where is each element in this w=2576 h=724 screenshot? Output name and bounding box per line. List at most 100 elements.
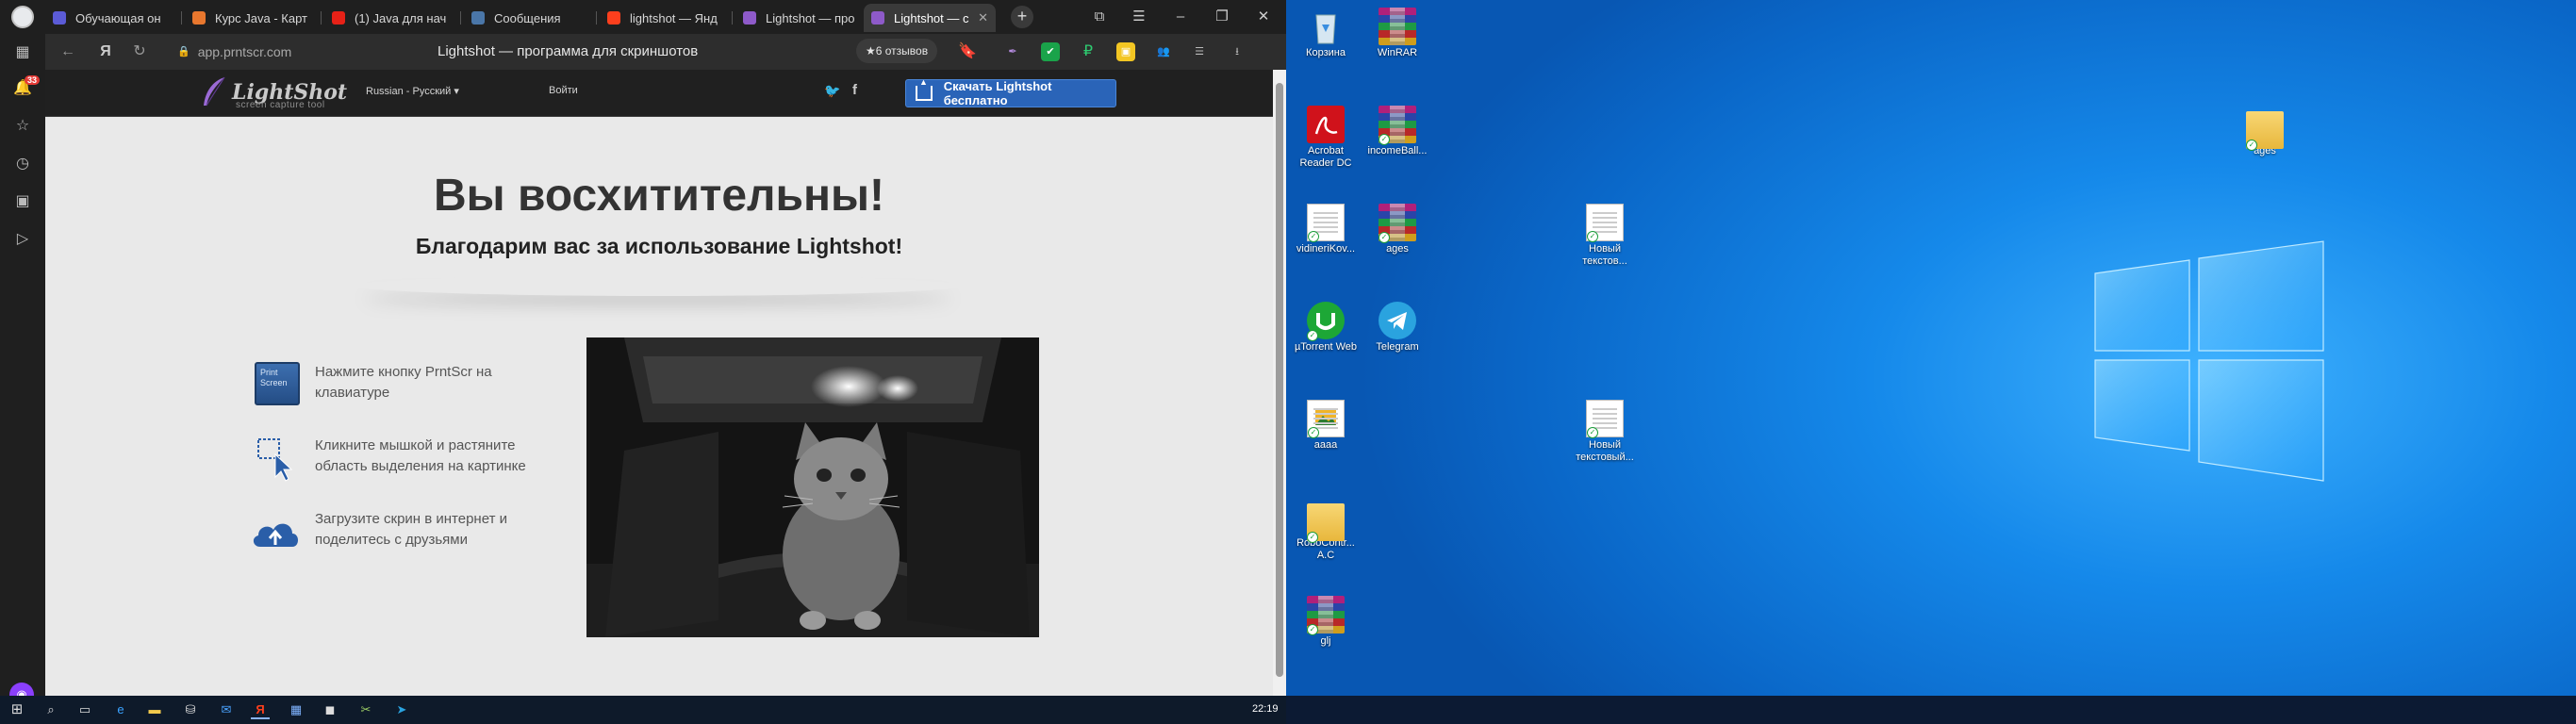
- search-icon[interactable]: ⌕: [41, 700, 60, 719]
- tab-label: Курс Java - Карт: [215, 10, 307, 25]
- tab-label: lightshot — Янд: [630, 10, 718, 25]
- telegram-taskbar-icon[interactable]: ➤: [392, 700, 411, 719]
- text-document-icon: ✓: [1586, 400, 1624, 438]
- desktop-icon-recycle-bin[interactable]: Корзина: [1290, 8, 1362, 59]
- start-windows-icon[interactable]: ⊞: [8, 700, 26, 719]
- tab-collections-icon[interactable]: ⧉: [1088, 6, 1111, 28]
- tab-separator: [181, 11, 182, 25]
- reviews-badge[interactable]: ★6 отзывов: [856, 39, 938, 63]
- tab-favicon-icon: [871, 11, 884, 25]
- tab[interactable]: Обучающая он: [45, 4, 177, 32]
- taskbar-clock[interactable]: 22:19: [1252, 703, 1279, 715]
- facebook-icon[interactable]: f: [852, 82, 857, 98]
- sync-check-icon: ✓: [1308, 427, 1319, 438]
- tab[interactable]: Lightshot — про: [735, 4, 867, 32]
- tab[interactable]: (1) Java для нач: [324, 4, 456, 32]
- text-document-icon: ✓: [1586, 204, 1624, 242]
- lightshot-extension-icon[interactable]: ✒: [1003, 42, 1022, 61]
- notification-count-badge: 33: [25, 75, 41, 85]
- store-icon[interactable]: ⛁: [181, 700, 200, 719]
- desktop-icon-label: WinRAR: [1377, 47, 1418, 58]
- text-document-icon: ✓: [1307, 204, 1345, 242]
- tab-active[interactable]: Lightshot — с ✕: [864, 4, 996, 32]
- tab-separator: [732, 11, 733, 25]
- image-file-icon: ✓: [1307, 400, 1345, 438]
- tab[interactable]: Сообщения: [464, 4, 596, 32]
- tab-favicon-icon: [607, 11, 620, 25]
- desktop-icon-folder[interactable]: ✓ ages: [2229, 106, 2301, 157]
- profile-avatar[interactable]: [11, 6, 34, 28]
- desktop-icon-archive[interactable]: ✓ ages: [1362, 204, 1433, 255]
- collections-icon[interactable]: ▣: [11, 190, 34, 213]
- url-field[interactable]: 🔒 app.prntscr.com: [177, 41, 291, 63]
- desktop-icon-label: Acrobat Reader DC: [1299, 145, 1352, 169]
- history-clock-icon[interactable]: ◷: [11, 153, 34, 175]
- language-select[interactable]: Russian - Русский ▾: [366, 85, 459, 97]
- login-link[interactable]: Войти: [549, 85, 578, 96]
- lightshot-header: LightShot screen capture tool Russian - …: [45, 70, 1273, 117]
- desktop-icon-label: incomeBall...: [1367, 145, 1428, 156]
- translate-extension-icon[interactable]: ▣: [1116, 42, 1135, 61]
- network-monitor-icon[interactable]: ▦: [287, 700, 305, 719]
- desktop-icon-archive[interactable]: ✓ glj: [1290, 596, 1362, 648]
- desktop-icon-image[interactable]: ✓ aaaa: [1290, 400, 1362, 452]
- desktop-icon-utorrent[interactable]: ✓ µTorrent Web: [1290, 302, 1362, 354]
- people-extension-icon[interactable]: 👥: [1154, 42, 1173, 61]
- menu-icon[interactable]: ☰: [1128, 6, 1150, 28]
- desktop-icon-document[interactable]: ✓ Новый текстов...: [1569, 204, 1641, 268]
- tab[interactable]: lightshot — Янд: [600, 4, 732, 32]
- snipping-tool-icon[interactable]: ✂: [356, 700, 375, 719]
- tab[interactable]: Курс Java - Карт: [185, 4, 317, 32]
- desktop-icon-folder[interactable]: ✓ RoboContr... A.C: [1290, 498, 1362, 562]
- yandex-browser-icon[interactable]: Я: [251, 700, 270, 719]
- adguard-shield-icon[interactable]: ✔: [1041, 42, 1060, 61]
- download-icon[interactable]: ⭳: [1228, 42, 1247, 61]
- desktop-icon-telegram[interactable]: Telegram: [1362, 302, 1433, 354]
- desktop-icon-label: ages: [1386, 243, 1409, 255]
- back-arrow-icon[interactable]: ←: [57, 41, 79, 63]
- ruble-extension-icon[interactable]: ₽: [1079, 42, 1098, 61]
- apps-grid-icon[interactable]: ▦: [11, 41, 34, 64]
- hero-title: Вы восхитительны!: [433, 171, 884, 221]
- tab-favicon-icon: [471, 11, 485, 25]
- desktop-icon-document[interactable]: ✓ vidineriKov...: [1290, 204, 1362, 255]
- taskbar-secondary: [1286, 696, 2576, 724]
- close-window-icon[interactable]: ✕: [1252, 6, 1275, 28]
- twitter-icon[interactable]: 🐦: [824, 83, 840, 99]
- step-text: Нажмите кнопку PrntScr на клавиатуре: [315, 364, 492, 401]
- restore-icon[interactable]: ❐: [1211, 6, 1233, 28]
- media-play-icon[interactable]: ▷: [11, 228, 34, 251]
- yandex-logo-icon[interactable]: Я: [94, 41, 117, 63]
- sync-check-icon: ✓: [1379, 134, 1390, 145]
- reading-list-icon[interactable]: ☰: [1190, 42, 1209, 61]
- recycle-bin-icon: [1307, 8, 1345, 45]
- desktop-icon-acrobat[interactable]: Acrobat Reader DC: [1290, 106, 1362, 170]
- bookmark-icon[interactable]: 🔖: [956, 41, 979, 63]
- close-tab-icon[interactable]: ✕: [978, 10, 988, 25]
- mail-icon[interactable]: ✉: [217, 700, 236, 719]
- windows-logo-wallpaper: [2094, 240, 2324, 482]
- winrar-archive-icon: ✓: [1307, 596, 1345, 635]
- desktop-icon-winrar[interactable]: WinRAR: [1362, 8, 1433, 59]
- url-text: app.prntscr.com: [197, 44, 292, 59]
- tab-label: Lightshot — с: [894, 10, 969, 25]
- logo-tagline: screen capture tool: [236, 100, 325, 110]
- reload-icon[interactable]: ↻: [128, 41, 151, 63]
- page-viewport: LightShot screen capture tool Russian - …: [45, 70, 1273, 696]
- minimize-icon[interactable]: –: [1169, 6, 1192, 28]
- bookmarks-star-icon[interactable]: ☆: [11, 115, 34, 138]
- download-lightshot-button[interactable]: Скачать Lightshot бесплатно: [905, 77, 1116, 107]
- task-view-icon[interactable]: ▭: [75, 700, 94, 719]
- alice-assistant-icon[interactable]: ◉: [9, 683, 34, 696]
- edge-browser-icon[interactable]: e: [111, 700, 130, 719]
- intellij-icon[interactable]: ◼: [321, 700, 339, 719]
- download-tray-icon: [916, 77, 933, 101]
- file-explorer-icon[interactable]: ▬: [145, 700, 164, 719]
- tab-label: Lightshot — про: [766, 10, 855, 25]
- page-scrollbar[interactable]: [1273, 70, 1286, 696]
- new-tab-button[interactable]: +: [1011, 6, 1033, 28]
- scrollbar-thumb[interactable]: [1276, 83, 1283, 677]
- desktop-icon-archive[interactable]: ✓ incomeBall...: [1362, 106, 1433, 157]
- desktop-icon-document[interactable]: ✓ Новый текстовый...: [1569, 400, 1641, 464]
- cat-photo: [586, 337, 1039, 637]
